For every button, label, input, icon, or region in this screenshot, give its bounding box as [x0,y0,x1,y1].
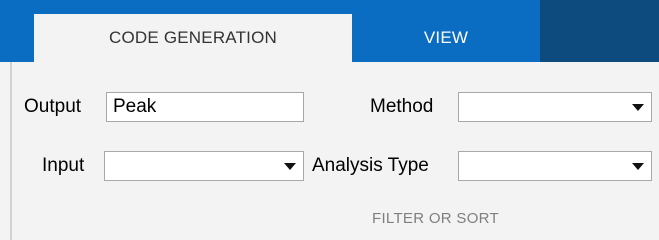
input-dropdown[interactable] [104,151,304,181]
tab-bar-extension [540,0,659,62]
tab-view[interactable]: VIEW [352,14,540,62]
panel-divider [10,62,12,240]
analysis-type-label: Analysis Type [312,155,429,176]
section-label-filter-or-sort: FILTER OR SORT [372,210,499,227]
input-label: Input [42,155,85,176]
method-label: Method [370,96,434,117]
output-label: Output [24,96,82,117]
tab-view-label: VIEW [423,28,469,47]
chevron-down-icon [284,163,296,170]
chevron-down-icon [632,104,644,111]
method-dropdown[interactable] [458,92,652,122]
analysis-type-dropdown[interactable] [458,151,652,181]
chevron-down-icon [632,163,644,170]
output-field[interactable]: Peak [106,92,304,122]
tab-code-generation[interactable]: CODE GENERATION [34,14,352,62]
tab-code-generation-label: CODE GENERATION [109,28,277,47]
output-field-value: Peak [113,96,157,117]
